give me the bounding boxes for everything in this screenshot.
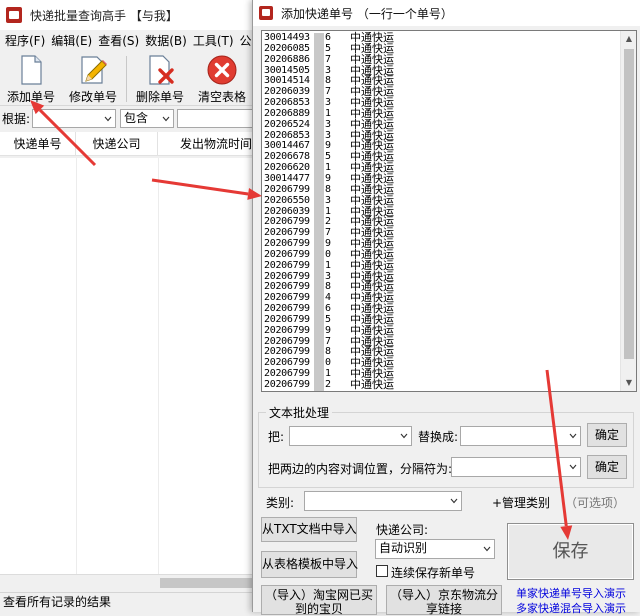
horizontal-scrollbar[interactable] <box>0 574 256 590</box>
replace-from-label: 把: <box>268 430 285 444</box>
basis-label: 根据: <box>2 111 31 126</box>
tracking-numbers-textarea[interactable]: 30014493 6 中通快运 20206085 5 中通快运 20206886 7 中通快运 3… <box>261 30 637 392</box>
scroll-down-icon[interactable]: ▼ <box>624 378 634 388</box>
courier-company-combo[interactable]: 自动识别 <box>375 539 495 559</box>
clear-table-button[interactable]: 清空表格 <box>191 54 253 105</box>
import-txt-button[interactable]: 从TXT文档中导入 <box>261 517 357 542</box>
tracking-courier: 中通快运 <box>350 378 394 391</box>
scrollbar-thumb[interactable] <box>160 578 252 588</box>
status-bar: 查看所有记录的结果 <box>0 592 256 612</box>
table-header: 快递单号 快递公司 发出物流时间 <box>0 132 256 156</box>
replace-to-label: 替换成: <box>418 430 459 444</box>
delete-tracking-button[interactable]: 删除单号 <box>129 54 191 105</box>
column-divider <box>158 158 159 574</box>
match-mode-value: 包含 <box>124 110 149 125</box>
app-logo-icon <box>6 7 22 23</box>
records-table[interactable] <box>0 158 256 574</box>
filter-bar: 根据: 包含 <box>0 106 256 130</box>
column-divider <box>76 158 77 574</box>
menu-edit[interactable]: 编辑(E) <box>48 32 95 49</box>
keyword-input[interactable] <box>177 108 256 128</box>
edit-tracking-button[interactable]: 修改单号 <box>62 54 124 105</box>
single-import-demo-link[interactable]: 单家快递单号导入演示 <box>516 585 626 601</box>
save-button[interactable]: 保存 <box>507 523 634 580</box>
tracking-number: 20206799 <box>264 379 310 390</box>
import-template-button[interactable]: 从表格模板中导入 <box>261 551 358 578</box>
textarea-vertical-scrollbar[interactable]: ▲ ▼ <box>620 31 636 391</box>
chevron-down-icon <box>450 498 458 504</box>
tracking-number: 20206799 <box>264 324 310 336</box>
multi-import-demo-link[interactable]: 多家快递混合导入演示 <box>516 600 626 616</box>
status-text: 查看所有记录的结果 <box>3 595 112 609</box>
import-taobao-button[interactable]: （导入）淘宝网已买到的宝贝 <box>261 585 377 616</box>
column-header-courier[interactable]: 快递公司 <box>76 132 158 155</box>
tracking-number-suffix: 2 <box>325 379 331 390</box>
chevron-down-icon <box>162 116 170 121</box>
category-combo[interactable] <box>304 491 462 511</box>
chevron-down-icon <box>483 546 491 552</box>
scroll-up-icon[interactable]: ▲ <box>624 34 634 44</box>
dialog-title: 添加快递单号 （一行一个单号） <box>281 6 453 21</box>
swap-label: 把两边的内容对调位置，分隔符为: <box>268 462 453 476</box>
replace-from-combo[interactable] <box>289 426 412 446</box>
tracking-number: 20206550 <box>264 194 310 206</box>
menu-view[interactable]: 查看(S) <box>95 32 142 49</box>
menu-data[interactable]: 数据(B) <box>142 32 190 49</box>
redaction-mosaic <box>314 33 324 391</box>
replace-to-combo[interactable] <box>460 426 581 446</box>
manage-category-link[interactable]: +管理类别 <box>492 494 550 511</box>
tracking-number-suffix: 1 <box>325 259 331 271</box>
scrollbar-thumb[interactable] <box>624 49 634 359</box>
chevron-down-icon <box>400 433 408 439</box>
optional-hint: （可选项） <box>565 496 626 510</box>
column-header-tracking[interactable]: 快递单号 <box>0 132 76 155</box>
tracking-number-suffix: 3 <box>325 118 331 130</box>
edit-pencil-icon <box>81 56 107 84</box>
app-logo-icon <box>259 6 273 20</box>
separator-combo[interactable] <box>451 457 581 477</box>
replace-confirm-button[interactable]: 确定 <box>587 423 627 447</box>
main-window-title: 快递批量查询高手 【与我】 <box>30 8 178 23</box>
add-tracking-label: 添加单号 <box>6 90 55 104</box>
toolbar-separator <box>126 56 127 102</box>
delete-tracking-label: 删除单号 <box>135 90 184 104</box>
tracking-number: 20206886 <box>264 53 310 65</box>
add-tracking-button[interactable]: 添加单号 <box>0 54 62 105</box>
edit-tracking-label: 修改单号 <box>68 90 117 104</box>
menu-bar: 程序(F) 编辑(E) 查看(S) 数据(B) 工具(T) 公告(X) <box>0 30 281 50</box>
courier-company-value: 自动识别 <box>379 541 428 555</box>
tracking-number-suffix: 9 <box>325 324 331 336</box>
column-header-time[interactable]: 发出物流时间 <box>158 132 256 155</box>
continuous-save-label: 连续保存新单号 <box>391 566 476 580</box>
swap-confirm-button[interactable]: 确定 <box>587 455 627 479</box>
chevron-down-icon <box>104 116 112 121</box>
chevron-down-icon <box>569 464 577 470</box>
new-document-icon <box>21 55 42 85</box>
match-mode-dropdown[interactable]: 包含 <box>120 108 175 128</box>
chevron-down-icon <box>569 433 577 439</box>
main-titlebar: 快递批量查询高手 【与我】 <box>0 0 256 30</box>
text-batch-title: 文本批处理 <box>266 404 333 421</box>
clear-x-icon <box>207 55 237 85</box>
tracking-number: 20206524 <box>264 118 310 130</box>
delete-document-icon <box>149 55 174 85</box>
toolbar: 添加单号 修改单号 删除单号 清空表格 <box>0 50 256 106</box>
tracking-number-suffix: 7 <box>325 53 331 65</box>
continuous-save-checkbox[interactable] <box>376 565 388 577</box>
tracking-number: 20206799 <box>264 259 310 271</box>
basis-dropdown[interactable] <box>32 108 117 128</box>
tracking-number-suffix: 3 <box>325 194 331 206</box>
menu-tools[interactable]: 工具(T) <box>190 32 237 49</box>
courier-company-label: 快递公司: <box>376 523 429 537</box>
dialog-titlebar: 添加快递单号 （一行一个单号） <box>253 0 640 26</box>
category-label: 类别: <box>266 496 295 510</box>
import-jd-button[interactable]: （导入）京东物流分享链接 <box>386 585 502 616</box>
menu-program[interactable]: 程序(F) <box>2 32 48 49</box>
clear-table-label: 清空表格 <box>197 90 246 104</box>
